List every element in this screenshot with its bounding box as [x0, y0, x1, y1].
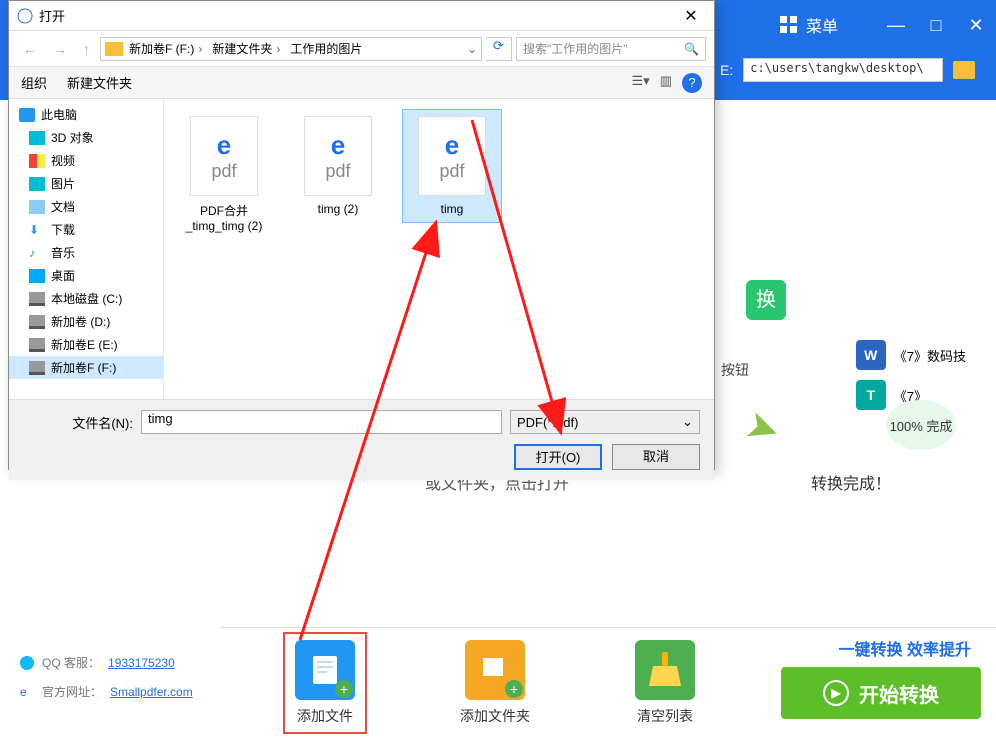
view-icon[interactable]: ☰▾	[632, 73, 650, 93]
qq-icon	[20, 656, 34, 670]
path-label: E:	[720, 62, 733, 78]
button-hint: 按钮	[721, 360, 781, 380]
crumb-3[interactable]: 工作用的图片	[290, 40, 362, 57]
plus-icon: +	[505, 680, 523, 698]
open-button[interactable]: 打开(O)	[514, 444, 602, 470]
filename-label: 文件名(N):	[23, 413, 133, 432]
preview-icon[interactable]: ▥	[660, 73, 672, 93]
minimize-button[interactable]: —	[876, 5, 916, 45]
play-icon: ▶	[823, 680, 849, 706]
arrow-icon: ➤	[739, 401, 786, 456]
search-placeholder: 搜索"工作用的图片"	[523, 40, 628, 57]
side-disk-f[interactable]: 新加卷F (F:)	[9, 356, 163, 379]
pdf-icon: epdf	[418, 116, 486, 196]
add-file-icon: +	[295, 640, 355, 700]
add-folder-button[interactable]: + 添加文件夹	[410, 640, 580, 726]
action-bar: + 添加文件 + 添加文件夹 清空列表 一键转换 效率提升 ▶ 开始转换	[220, 627, 996, 737]
clear-label: 清空列表	[580, 706, 750, 726]
dialog-body: 此电脑 3D 对象 视频 图片 文档 ⬇下载 ♪音乐 桌面 本地磁盘 (C:) …	[9, 99, 714, 399]
add-folder-label: 添加文件夹	[410, 706, 580, 726]
new-folder-button[interactable]: 新建文件夹	[67, 73, 132, 92]
menu-icon	[780, 16, 798, 34]
clear-button[interactable]: 清空列表	[580, 640, 750, 726]
browse-folder-icon[interactable]	[953, 61, 975, 79]
file-item-1[interactable]: epdf PDF合并_timg_timg (2)	[174, 109, 274, 240]
side-disk-d[interactable]: 新加卷 (D:)	[9, 310, 163, 333]
close-button[interactable]: ✕	[956, 5, 996, 45]
qq-link[interactable]: 1933175230	[108, 656, 175, 670]
organize-button[interactable]: 组织	[21, 73, 47, 92]
output-path-input[interactable]: c:\users\tangkw\desktop\	[743, 58, 943, 82]
filetype-select[interactable]: PDF(*.pdf)⌄	[510, 410, 700, 434]
open-dialog: 打开 ✕ ← → ↑ 新加卷F (F:) 新建文件夹 工作用的图片 ⌄ ⟳ 搜索…	[8, 0, 715, 470]
plus-icon: +	[335, 680, 353, 698]
dialog-file-area[interactable]: epdf PDF合并_timg_timg (2) epdf timg (2) e…	[164, 99, 714, 399]
cancel-button[interactable]: 取消	[612, 444, 700, 470]
site-link[interactable]: Smallpdfer.com	[110, 685, 193, 699]
side-documents[interactable]: 文档	[9, 195, 163, 218]
side-3d[interactable]: 3D 对象	[9, 126, 163, 149]
dialog-toolbar: 组织 新建文件夹 ☰▾ ▥ ?	[9, 67, 714, 99]
slogan-text: 一键转换 效率提升	[839, 636, 971, 660]
help-icon[interactable]: ?	[682, 73, 702, 93]
result-item-1[interactable]: W 《7》数码技	[856, 340, 966, 370]
word-icon: W	[856, 340, 886, 370]
site-label: 官方网址：	[42, 683, 102, 700]
nav-up-button[interactable]: ↑	[77, 41, 96, 57]
add-file-label: 添加文件	[295, 706, 355, 726]
menu-label: 菜单	[806, 13, 838, 37]
search-input[interactable]: 搜索"工作用的图片" 🔍	[516, 37, 706, 61]
add-folder-icon: +	[465, 640, 525, 700]
pdf-icon: epdf	[190, 116, 258, 196]
crumb-chevron-icon[interactable]: ⌄	[467, 42, 477, 56]
refresh-button[interactable]: ⟳	[486, 37, 512, 61]
side-downloads[interactable]: ⬇下载	[9, 218, 163, 241]
add-file-button[interactable]: + 添加文件	[240, 632, 410, 734]
crumb-1[interactable]: 新加卷F (F:)	[129, 40, 206, 57]
text-icon: T	[856, 380, 886, 410]
file-item-3[interactable]: epdf timg	[402, 109, 502, 223]
nav-forward-button[interactable]: →	[47, 41, 73, 57]
start-button[interactable]: ▶ 开始转换	[781, 667, 981, 719]
maximize-button[interactable]: □	[916, 5, 956, 45]
side-desktop[interactable]: 桌面	[9, 264, 163, 287]
dialog-bottom: 文件名(N): timg PDF(*.pdf)⌄ 打开(O) 取消	[9, 399, 714, 480]
side-music[interactable]: ♪音乐	[9, 241, 163, 264]
dialog-close-button[interactable]: ✕	[676, 6, 706, 26]
folder-icon	[105, 42, 123, 56]
done-badge: 100% 完成	[886, 400, 956, 450]
add-file-highlight: + 添加文件	[283, 632, 367, 734]
file-item-2[interactable]: epdf timg (2)	[288, 109, 388, 223]
file-label-2: timg (2)	[295, 202, 381, 216]
file-label-3: timg	[409, 202, 495, 216]
file-label-1: PDF合并_timg_timg (2)	[181, 202, 267, 233]
dialog-navbar: ← → ↑ 新加卷F (F:) 新建文件夹 工作用的图片 ⌄ ⟳ 搜索"工作用的…	[9, 31, 714, 67]
filename-input[interactable]: timg	[141, 410, 502, 434]
dialog-sidebar: 此电脑 3D 对象 视频 图片 文档 ⬇下载 ♪音乐 桌面 本地磁盘 (C:) …	[9, 99, 164, 399]
done-text: 转换完成！	[811, 470, 891, 494]
qq-label: QQ 客服：	[42, 654, 100, 671]
side-disk-c[interactable]: 本地磁盘 (C:)	[9, 287, 163, 310]
side-pictures[interactable]: 图片	[9, 172, 163, 195]
crumb-2[interactable]: 新建文件夹	[212, 40, 284, 57]
ie-icon: e	[20, 685, 34, 699]
side-disk-e[interactable]: 新加卷E (E:)	[9, 333, 163, 356]
start-label: 开始转换	[859, 679, 939, 708]
menu-button[interactable]: 菜单	[780, 13, 838, 37]
nav-back-button[interactable]: ←	[17, 41, 43, 57]
breadcrumb[interactable]: 新加卷F (F:) 新建文件夹 工作用的图片 ⌄	[100, 37, 482, 61]
chevron-down-icon: ⌄	[682, 414, 693, 430]
dialog-title: 打开	[39, 6, 676, 25]
result-label-1: 《7》数码技	[894, 346, 966, 365]
dialog-app-icon	[17, 8, 33, 24]
contact-panel: QQ 客服： 1933175230 e 官方网址： Smallpdfer.com	[20, 654, 193, 712]
dialog-titlebar: 打开 ✕	[9, 1, 714, 31]
pdf-icon: epdf	[304, 116, 372, 196]
search-icon: 🔍	[684, 42, 699, 56]
clear-icon	[635, 640, 695, 700]
side-pc[interactable]: 此电脑	[9, 103, 163, 126]
side-video[interactable]: 视频	[9, 149, 163, 172]
swap-icon: 换	[746, 280, 786, 320]
